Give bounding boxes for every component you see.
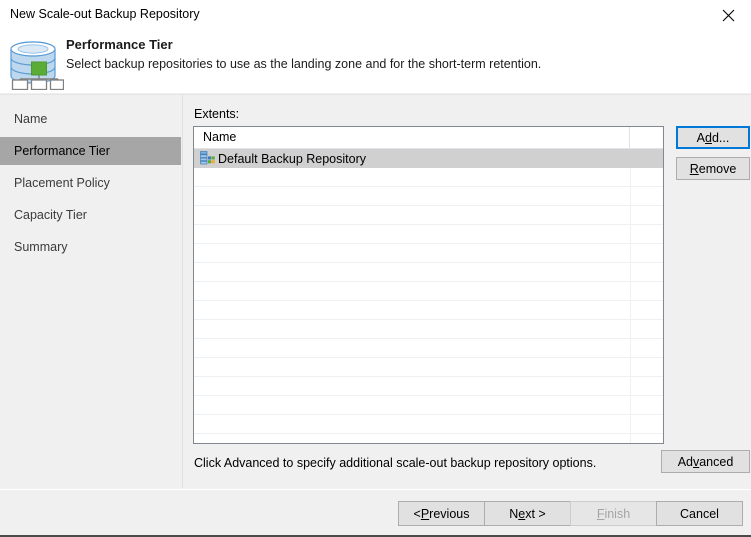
performance-tier-pane: Extents: Name Default Backup Repository … xyxy=(184,95,751,488)
dialog-footer: < Previous Ne xt > Finish Cancel xyxy=(0,489,751,535)
empty-row[interactable] xyxy=(194,377,663,396)
empty-row[interactable] xyxy=(194,301,663,320)
cancel-button[interactable]: Cancel xyxy=(656,501,743,526)
finish-button-label-post: inish xyxy=(604,506,631,521)
cell-divider xyxy=(630,396,631,415)
next-button-mnemonic: e xyxy=(518,506,526,521)
add-button[interactable]: Ad d... xyxy=(676,126,750,149)
cell-divider xyxy=(630,168,631,187)
add-button-label-pre: A xyxy=(696,130,705,145)
cell-divider xyxy=(630,282,631,301)
remove-button[interactable]: Remove xyxy=(676,157,750,180)
sidebar-item-summary[interactable]: Summary xyxy=(0,233,181,261)
empty-row[interactable] xyxy=(194,206,663,225)
cell-divider xyxy=(630,377,631,396)
empty-row[interactable] xyxy=(194,396,663,415)
advanced-button[interactable]: Ad v anced xyxy=(661,450,750,473)
cell-divider xyxy=(630,149,631,168)
empty-row[interactable] xyxy=(194,320,663,339)
cell-divider xyxy=(630,415,631,434)
close-icon[interactable] xyxy=(705,0,751,30)
empty-row[interactable] xyxy=(194,282,663,301)
empty-row[interactable] xyxy=(194,434,663,443)
empty-row[interactable] xyxy=(194,187,663,206)
new-scaleout-backup-repository-dialog: New Scale-out Backup Repository Performa… xyxy=(0,0,751,537)
sidebar-item-performance-tier[interactable]: Performance Tier xyxy=(0,137,181,165)
column-header-filler xyxy=(630,127,663,148)
dialog-body: Name Performance Tier Placement Policy C… xyxy=(0,94,751,488)
page-title: Performance Tier xyxy=(66,37,173,52)
row-content: Default Backup Repository xyxy=(200,149,366,168)
column-header-name[interactable]: Name xyxy=(194,127,630,148)
advanced-hint-text: Click Advanced to specify additional sca… xyxy=(194,456,597,470)
add-button-mnemonic: d xyxy=(705,130,712,145)
list-header-row: Name xyxy=(194,127,663,149)
extents-list[interactable]: Name Default Backup Repository xyxy=(193,126,664,444)
empty-row[interactable] xyxy=(194,263,663,282)
add-button-label-post: d... xyxy=(711,130,730,145)
sidebar-item-capacity-tier[interactable]: Capacity Tier xyxy=(0,201,181,229)
extents-label: Extents: xyxy=(194,107,240,121)
row-label: Default Backup Repository xyxy=(218,151,366,166)
sidebar-item-name[interactable]: Name xyxy=(0,105,181,133)
empty-row[interactable] xyxy=(194,168,663,187)
cell-divider xyxy=(630,244,631,263)
next-button-label-pre: N xyxy=(509,506,519,521)
finish-button: Finish xyxy=(570,501,657,526)
cell-divider xyxy=(630,301,631,320)
previous-button-label-pre: < xyxy=(413,506,421,521)
cell-divider xyxy=(630,187,631,206)
empty-row[interactable] xyxy=(194,339,663,358)
empty-row[interactable] xyxy=(194,244,663,263)
wizard-steps-sidebar: Name Performance Tier Placement Policy C… xyxy=(0,95,183,488)
previous-button-label-post: revious xyxy=(429,506,470,521)
cell-divider xyxy=(630,339,631,358)
scale-out-repository-icon xyxy=(6,32,65,91)
cell-divider xyxy=(630,320,631,339)
title-bar: New Scale-out Backup Repository xyxy=(0,0,751,31)
table-row[interactable]: Default Backup Repository xyxy=(194,149,663,168)
remove-button-label-post: emove xyxy=(698,161,737,176)
finish-button-mnemonic: F xyxy=(596,506,605,521)
cell-divider xyxy=(630,263,631,282)
remove-button-mnemonic: R xyxy=(689,161,699,176)
cell-divider xyxy=(630,358,631,377)
cell-divider xyxy=(630,206,631,225)
empty-row[interactable] xyxy=(194,225,663,244)
window-title: New Scale-out Backup Repository xyxy=(10,7,200,21)
empty-row[interactable] xyxy=(194,415,663,434)
header-banner: Performance Tier Select backup repositor… xyxy=(0,31,751,93)
empty-row[interactable] xyxy=(194,358,663,377)
next-button-label-post: xt > xyxy=(525,506,546,521)
page-subtitle: Select backup repositories to use as the… xyxy=(66,57,542,71)
cell-divider xyxy=(630,434,631,443)
sidebar-item-placement-policy[interactable]: Placement Policy xyxy=(0,169,181,197)
previous-button[interactable]: < Previous xyxy=(398,501,485,526)
cell-divider xyxy=(630,225,631,244)
backup-repository-icon xyxy=(200,151,215,166)
advanced-button-label-pre: Ad xyxy=(677,454,693,469)
previous-button-mnemonic: P xyxy=(420,506,430,521)
next-button[interactable]: Ne xt > xyxy=(484,501,571,526)
advanced-button-label-post: anced xyxy=(699,454,734,469)
list-rows: Default Backup Repository xyxy=(194,149,663,443)
